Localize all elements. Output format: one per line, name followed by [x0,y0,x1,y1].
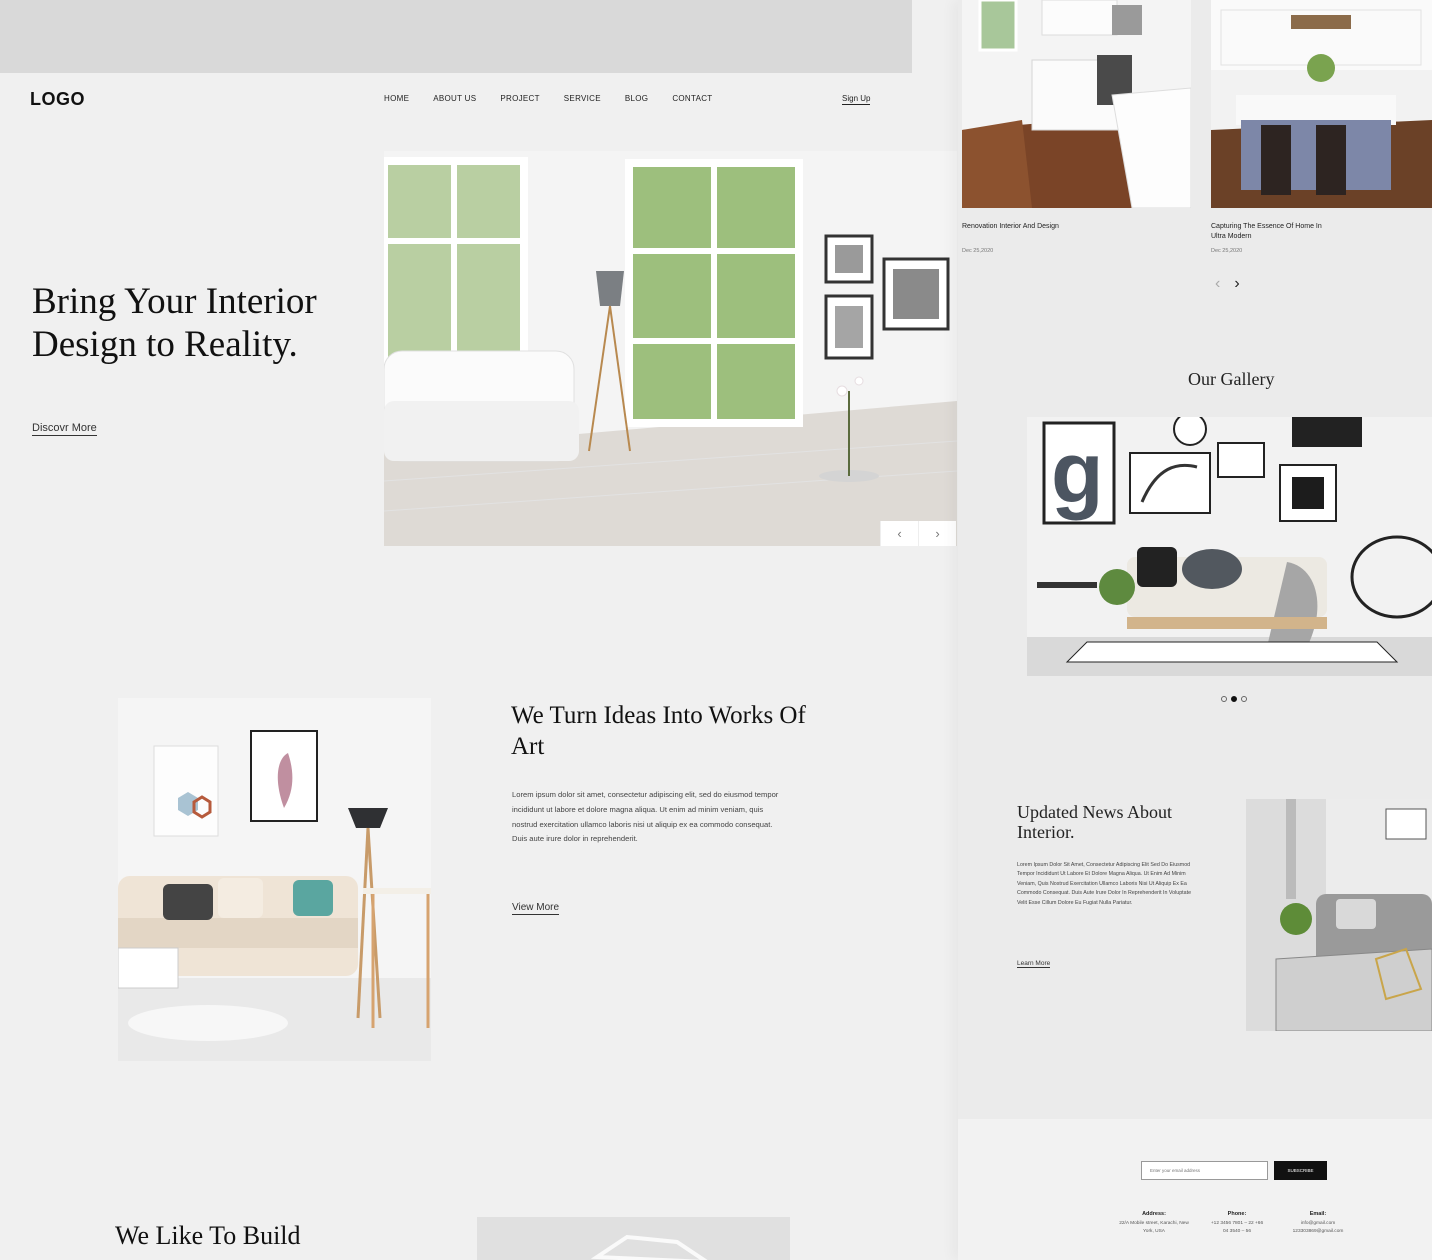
phone-value: +12 3456 7801 – 22 +66 04 3540 – 56 [1210,1220,1264,1235]
pagination-dot[interactable] [1221,696,1227,702]
footer-address: Address: 22/A Mobile street, Karachi, Ne… [1118,1210,1190,1237]
news-title: Updated News About Interior. [1017,802,1172,842]
blog-post-title[interactable]: Renovation Interior And Design [962,222,1082,232]
discover-more-link[interactable]: Discovr More [32,422,97,436]
inner-page-right: Renovation Interior And Design Capturing… [958,0,1432,1260]
homepage-left: LOGO HOME ABOUT US PROJECT SERVICE BLOG … [0,0,958,1260]
signup-link[interactable]: Sign Up [842,94,871,105]
nav-blog[interactable]: BLOG [625,94,648,103]
footer-phone: Phone: +12 3456 7801 – 22 +66 04 3540 – … [1208,1210,1266,1237]
top-band [0,0,912,73]
nav-home[interactable]: HOME [384,94,409,103]
logo[interactable]: LOGO [30,89,85,110]
about-image [118,698,431,1061]
blog-slider-controls: ‹ › [1215,275,1240,293]
address-label: Address: [1142,1211,1166,1217]
nav-service[interactable]: SERVICE [564,94,601,103]
build-title: We Like To Build [115,1221,301,1250]
gallery-pagination [1221,696,1247,702]
blog-post-title[interactable]: Capturing The Essence Of Home In Ultra M… [1211,222,1331,241]
gallery-title: Our Gallery [1188,369,1275,389]
gallery-image[interactable]: g [1027,417,1432,676]
view-more-link[interactable]: View More [512,902,560,915]
news-body: Lorem Ipsum Dolor Sit Amet, Consectetur … [1017,862,1192,906]
page: LOGO HOME ABOUT US PROJECT SERVICE BLOG … [0,0,1432,1260]
phone-label: Phone: [1227,1211,1247,1217]
chevron-right-icon: › [935,526,940,541]
learn-more-link[interactable]: Learn More [1017,960,1051,968]
news-image [1246,799,1432,1031]
nav-contact[interactable]: CONTACT [672,94,712,103]
nav-project[interactable]: PROJECT [500,94,539,103]
subscribe-button[interactable]: SUBSCRIBE [1274,1161,1327,1180]
hero-slider-controls: ‹ › [880,521,956,546]
email-label: Email: [1309,1211,1327,1217]
chevron-right-icon[interactable]: › [1234,275,1239,293]
blog-post-image[interactable] [962,0,1191,208]
nav-about-us[interactable]: ABOUT US [433,94,476,103]
blog-post-date: Dec 25,2020 [1211,248,1243,254]
build-image [477,1217,790,1260]
chevron-left-icon[interactable]: ‹ [1215,275,1220,293]
blog-post-date: Dec 25,2020 [962,248,994,254]
email-input[interactable] [1141,1161,1268,1180]
hero-next-button[interactable]: › [918,521,956,546]
blog-post-image[interactable] [1211,0,1432,208]
footer: SUBSCRIBE Address: 22/A Mobile street, K… [958,1119,1432,1260]
footer-email: Email: info@gmail.com 123303869@gmail.co… [1278,1210,1358,1237]
hero-image [384,151,957,546]
svg-text:g: g [1051,425,1104,521]
address-value: 22/A Mobile street, Karachi, New York, U… [1119,1220,1189,1235]
chevron-left-icon: ‹ [897,526,902,541]
about-title: We Turn Ideas Into Works Of Art [511,702,806,760]
email-value[interactable]: info@gmail.com 123303869@gmail.com [1293,1221,1344,1235]
hero-title: Bring Your Interior Design to Reality. [32,281,317,365]
about-body: Lorem ipsum dolor sit amet, consectetur … [512,790,779,844]
hero-prev-button[interactable]: ‹ [880,521,918,546]
pagination-dot-active[interactable] [1231,696,1237,702]
main-nav: HOME ABOUT US PROJECT SERVICE BLOG CONTA… [384,94,736,103]
pagination-dot[interactable] [1241,696,1247,702]
